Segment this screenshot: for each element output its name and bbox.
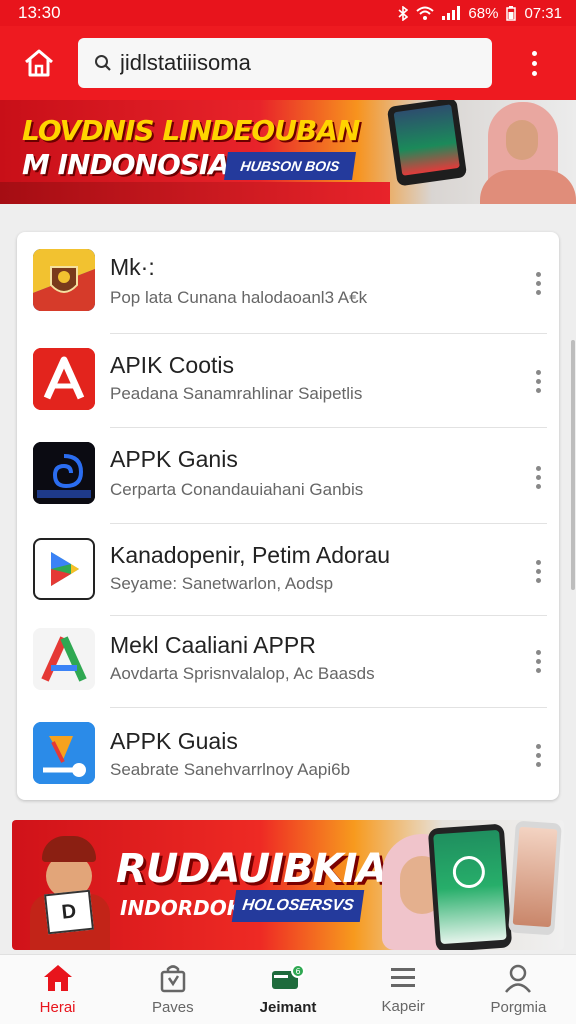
status-bar: 13:30 68% 07:31: [0, 0, 576, 26]
list-item[interactable]: Kanadopenir, Petim Adorau Seyame: Sanetw…: [17, 524, 559, 616]
store-bag-icon: [160, 965, 186, 993]
menu-list-icon: [391, 968, 416, 987]
garuda-shield-icon: [33, 249, 95, 311]
dot: [531, 50, 537, 56]
tri-color-a-icon: [33, 628, 95, 690]
item-more-button[interactable]: [531, 370, 545, 393]
dot: [531, 70, 537, 76]
phone-illustration: [427, 823, 513, 950]
nav-item-home[interactable]: Herai: [0, 955, 115, 1024]
item-more-button[interactable]: [531, 272, 545, 295]
person-illustration: [470, 100, 576, 204]
home-icon: [43, 965, 72, 991]
app-subtitle: Pop lata Cunana halodaoanl3 A€k: [110, 288, 368, 307]
play-store-icon: [33, 538, 95, 600]
signal-icon: [442, 6, 461, 20]
banner-top-line1: LOVDNIS LINDEOUBAN: [22, 114, 360, 147]
mascot-illustration: D: [24, 836, 114, 950]
nav-item-jeimant[interactable]: 6 Jeimant: [230, 955, 345, 1024]
home-icon: [25, 49, 53, 77]
nav-label: Porgmia: [490, 999, 547, 1016]
bluetooth-icon: [398, 5, 409, 21]
item-more-button[interactable]: [531, 560, 545, 583]
svg-text:6: 6: [295, 967, 300, 976]
overflow-menu-button[interactable]: [492, 26, 576, 100]
list-item[interactable]: APPK Guais Seabrate Sanehvarrlnoy Aapi6b: [17, 708, 559, 800]
list-item[interactable]: APPK Ganis Cerparta Conandauiahani Ganbi…: [17, 428, 559, 524]
spiral-icon: [33, 442, 95, 504]
nav-item-porgmia[interactable]: Porgmia: [461, 955, 576, 1024]
red-a-icon: [33, 348, 95, 410]
promo-banner-top[interactable]: LOVDNIS LINDEOUBAN M INDONOSIA! HUBSON B…: [0, 100, 576, 204]
list-item[interactable]: APIK Cootis Peadana Sanamrahlinar Saipet…: [17, 334, 559, 428]
banner-bottom-subtitle: INDORDOK: [120, 896, 243, 920]
app-subtitle: Seyame: Sanetwarlon, Aodsp: [110, 574, 334, 593]
app-title: Kanadopenir, Petim Adorau: [110, 542, 391, 568]
scrollbar-thumb[interactable]: [571, 340, 575, 590]
face-shape: [506, 120, 538, 160]
promo-banner-bottom[interactable]: D RUDAUIBKIA I INDORDOK HOLOSERSVS: [12, 820, 564, 950]
banner-top-badge: HUBSON BOIS: [224, 152, 356, 180]
nav-label: Jeimant: [259, 999, 317, 1016]
search-bar[interactable]: [78, 38, 492, 88]
list-item[interactable]: Mekl Caaliani APPR Aovdarta Sprisnvalalo…: [17, 616, 559, 708]
app-subtitle: Cerparta Conandauiahani Ganbis: [110, 480, 364, 499]
battery-percent: 68%: [468, 4, 499, 22]
banner-stripe: [0, 182, 390, 204]
phone-illustration: [386, 100, 468, 187]
mascot-sign: D: [44, 889, 94, 935]
item-more-button[interactable]: [531, 466, 545, 489]
banner-top-line2: M INDONOSIA!: [22, 148, 242, 181]
app-subtitle: Seabrate Sanehvarrlnoy Aapi6b: [110, 760, 351, 779]
wifi-icon: [416, 6, 435, 20]
status-time: 13:30: [18, 3, 61, 22]
phone-illustration-secondary: [508, 820, 562, 936]
home-button[interactable]: [0, 26, 78, 100]
profile-icon: [505, 964, 532, 993]
status-clock-right: 07:31: [524, 4, 562, 22]
app-bar: [0, 26, 576, 100]
nav-label: Herai: [39, 999, 76, 1016]
app-title: Mekl Caaliani APPR: [110, 632, 316, 658]
dot: [531, 60, 537, 66]
blue-download-icon: [33, 722, 95, 784]
item-more-button[interactable]: [531, 650, 545, 673]
bottom-nav: Herai Paves 6 Jeimant Kapeir Porgmia: [0, 954, 576, 1024]
battery-icon: [506, 5, 517, 21]
app-title: APPK Ganis: [110, 446, 238, 472]
banner-bottom-badge: HOLOSERSVS: [231, 890, 365, 922]
app-title: APPK Guais: [110, 728, 238, 754]
app-title: APIK Cootis: [110, 352, 234, 378]
app-subtitle: Peadana Sanamrahlinar Saipetlis: [110, 384, 363, 403]
nav-item-paves[interactable]: Paves: [115, 955, 230, 1024]
app-list-card: Mk·: Pop lata Cunana halodaoanl3 A€k API…: [17, 232, 559, 800]
app-subtitle: Aovdarta Sprisnvalalop, Ac Baasds: [110, 664, 375, 683]
banner-bottom-title: RUDAUIBKIA I: [116, 846, 414, 892]
app-title: Mk·:: [110, 254, 155, 280]
payment-card-icon: 6: [272, 964, 305, 989]
body-shape: [480, 170, 576, 204]
nav-label: Kapeir: [381, 998, 425, 1015]
app-logo-shape: [451, 854, 486, 890]
item-more-button[interactable]: [531, 744, 545, 767]
search-input[interactable]: [120, 50, 460, 76]
status-icons: 68% 07:31: [398, 5, 562, 22]
mascot-hat: [42, 836, 96, 862]
list-item[interactable]: Mk·: Pop lata Cunana halodaoanl3 A€k: [17, 232, 559, 332]
nav-label: Paves: [151, 999, 194, 1016]
search-icon: [95, 55, 111, 71]
nav-item-kapeir[interactable]: Kapeir: [346, 955, 461, 1024]
